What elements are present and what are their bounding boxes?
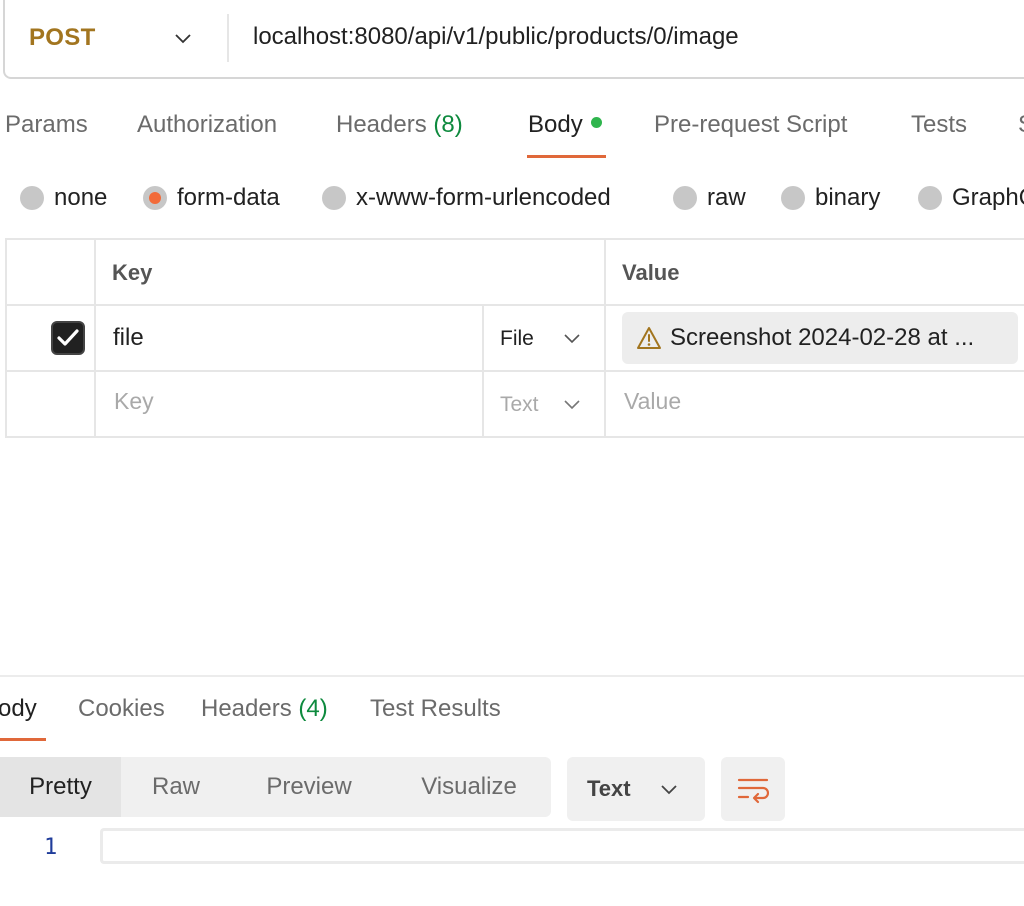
radio-urlencoded[interactable]: x-www-form-urlencoded (322, 184, 611, 212)
tab-headers[interactable]: Headers (8) (336, 111, 463, 139)
checkmark-icon (57, 329, 79, 346)
radio-form-data-label: form-data (177, 184, 280, 211)
tab-pre-request-script[interactable]: Pre-request Script (654, 111, 847, 139)
response-tab-headers-label: Headers (201, 695, 292, 722)
response-tab-headers-count: (4) (298, 695, 328, 722)
response-tab-headers[interactable]: Headers (4) (201, 695, 328, 723)
table-divider (94, 238, 96, 438)
new-row-type-select[interactable]: Text (500, 393, 539, 417)
response-editor[interactable] (100, 828, 1024, 864)
column-header-key: Key (112, 260, 153, 285)
tab-body[interactable]: Body (528, 111, 602, 139)
tab-tests[interactable]: Tests (911, 111, 967, 139)
column-header-value: Value (622, 260, 680, 285)
row-enabled-checkbox[interactable] (51, 321, 85, 355)
chevron-down-icon[interactable] (563, 329, 581, 347)
tab-headers-label: Headers (336, 111, 427, 138)
response-divider (0, 675, 1024, 677)
table-divider (604, 238, 606, 438)
table-divider (5, 370, 1024, 372)
radio-graphql[interactable]: GraphQ (918, 184, 1024, 212)
view-mode-visualize[interactable]: Visualize (387, 757, 551, 817)
tab-authorization[interactable]: Authorization (137, 111, 277, 139)
response-format-select[interactable]: Text (567, 757, 705, 821)
radio-none-label: none (54, 184, 108, 211)
http-method-select[interactable]: POST (29, 24, 96, 52)
file-value-chip[interactable]: Screenshot 2024-02-28 at ... (622, 312, 1018, 364)
tab-settings[interactable]: S (1018, 111, 1024, 139)
tab-body-label: Body (528, 111, 583, 138)
word-wrap-icon (737, 778, 769, 804)
file-name: Screenshot 2024-02-28 at ... (670, 324, 975, 351)
chevron-down-icon (661, 785, 677, 795)
active-response-tab-underline (0, 738, 46, 741)
request-url-bar: POST localhost:8080/api/v1/public/produc… (3, 0, 1024, 79)
row-key-input[interactable]: file (113, 324, 144, 352)
view-mode-preview[interactable]: Preview (231, 757, 387, 817)
response-tab-cookies[interactable]: Cookies (78, 695, 165, 723)
url-input[interactable]: localhost:8080/api/v1/public/products/0/… (253, 23, 739, 51)
row-type-select[interactable]: File (500, 327, 534, 351)
table-divider (482, 304, 484, 438)
new-value-input[interactable]: Value (624, 388, 681, 415)
radio-binary-label: binary (815, 184, 881, 211)
radio-circle (322, 186, 346, 210)
tab-params[interactable]: Params (5, 111, 88, 139)
radio-urlencoded-label: x-www-form-urlencoded (356, 184, 611, 211)
new-key-input[interactable]: Key (114, 388, 154, 415)
chevron-down-icon[interactable] (563, 395, 581, 413)
radio-graphql-label: GraphQ (952, 184, 1024, 211)
active-tab-underline (527, 155, 606, 158)
radio-circle (918, 186, 942, 210)
response-tab-body[interactable]: ody (0, 695, 37, 723)
url-divider (227, 14, 229, 62)
table-divider (5, 304, 1024, 306)
warning-triangle-icon (637, 327, 661, 349)
tab-headers-count: (8) (433, 111, 463, 138)
radio-form-data[interactable]: form-data (143, 184, 280, 212)
radio-none[interactable]: none (20, 184, 107, 212)
word-wrap-button[interactable] (721, 757, 785, 821)
radio-circle (673, 186, 697, 210)
radio-binary[interactable]: binary (781, 184, 880, 212)
radio-raw-label: raw (707, 184, 746, 211)
chevron-down-icon[interactable] (173, 28, 193, 48)
view-mode-raw[interactable]: Raw (121, 757, 231, 817)
response-format-label: Text (587, 776, 631, 801)
radio-circle (20, 186, 44, 210)
body-indicator-dot (590, 117, 602, 129)
radio-raw[interactable]: raw (673, 184, 746, 212)
view-mode-segmented-control: Pretty Raw Preview Visualize (0, 757, 551, 817)
response-tab-test-results[interactable]: Test Results (370, 695, 501, 723)
line-number: 1 (44, 835, 58, 860)
radio-circle-selected (143, 186, 167, 210)
radio-circle (781, 186, 805, 210)
view-mode-pretty[interactable]: Pretty (0, 757, 121, 817)
